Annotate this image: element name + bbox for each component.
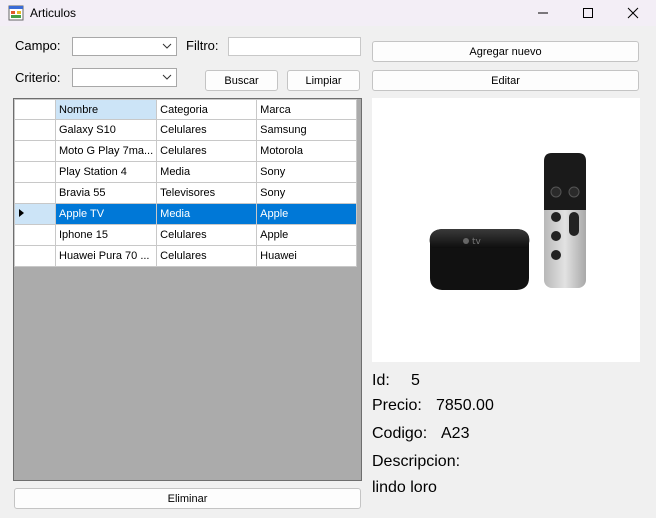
cell-marca[interactable]: Apple xyxy=(256,203,358,225)
table-row[interactable]: Bravia 55 Televisores Sony xyxy=(14,182,358,204)
descripcion-value: lindo loro xyxy=(372,479,437,496)
row-header[interactable] xyxy=(14,140,56,162)
id-value: 5 xyxy=(411,372,420,389)
table-row[interactable]: Apple TV Media Apple xyxy=(14,203,358,225)
row-pointer-icon xyxy=(19,209,24,217)
cell-nombre[interactable]: Play Station 4 xyxy=(54,161,158,183)
close-icon xyxy=(627,7,639,19)
cell-categoria[interactable]: Celulares xyxy=(156,119,258,141)
campo-combo[interactable] xyxy=(72,37,177,56)
id-label: Id: xyxy=(372,372,390,389)
cell-categoria[interactable]: Media xyxy=(156,203,258,225)
cell-marca[interactable]: Samsung xyxy=(256,119,358,141)
cell-categoria[interactable]: Media xyxy=(156,161,258,183)
column-header-nombre[interactable]: Nombre xyxy=(54,99,158,120)
table-row[interactable]: Moto G Play 7ma... Celulares Motorola xyxy=(14,140,358,162)
precio-label: Precio: xyxy=(372,397,422,414)
row-header[interactable] xyxy=(14,161,56,183)
window-title: Articulos xyxy=(30,6,77,20)
cell-nombre[interactable]: Moto G Play 7ma... xyxy=(54,140,158,162)
cell-categoria[interactable]: Celulares xyxy=(156,224,258,246)
cell-categoria[interactable]: Celulares xyxy=(156,245,258,267)
descripcion-label: Descripcion: xyxy=(372,453,461,470)
cell-categoria[interactable]: Celulares xyxy=(156,140,258,162)
table-row[interactable]: Iphone 15 Celulares Apple xyxy=(14,224,358,246)
cell-nombre[interactable]: Huawei Pura 70 ... xyxy=(54,245,158,267)
table-row[interactable]: Huawei Pura 70 ... Celulares Huawei xyxy=(14,245,358,267)
maximize-button[interactable] xyxy=(565,0,611,26)
column-header-marca[interactable]: Marca xyxy=(256,99,358,120)
cell-marca[interactable]: Apple xyxy=(256,224,358,246)
articulos-grid[interactable]: Nombre Categoria Marca Galaxy S10 Celular… xyxy=(13,98,362,481)
column-header-categoria[interactable]: Categoria xyxy=(156,99,258,120)
maximize-icon xyxy=(583,8,593,18)
criterio-label: Criterio: xyxy=(15,70,61,85)
limpiar-button[interactable]: Limpiar xyxy=(287,70,360,91)
filtro-input[interactable] xyxy=(228,37,361,56)
cell-marca[interactable]: Sony xyxy=(256,182,358,204)
cell-marca[interactable]: Sony xyxy=(256,161,358,183)
cell-nombre[interactable]: Galaxy S10 xyxy=(54,119,158,141)
cell-categoria[interactable]: Televisores xyxy=(156,182,258,204)
cell-nombre[interactable]: Bravia 55 xyxy=(54,182,158,204)
minimize-button[interactable] xyxy=(520,0,566,26)
row-header[interactable] xyxy=(14,203,56,225)
precio-value: 7850.00 xyxy=(436,397,494,414)
cell-marca[interactable]: Huawei xyxy=(256,245,358,267)
cell-marca[interactable]: Motorola xyxy=(256,140,358,162)
agregar-button[interactable]: Agregar nuevo xyxy=(372,41,639,62)
row-header[interactable] xyxy=(14,182,56,204)
criterio-combo[interactable] xyxy=(72,68,177,87)
row-header[interactable] xyxy=(14,245,56,267)
product-image: tv xyxy=(372,98,640,362)
row-header[interactable] xyxy=(14,119,56,141)
editar-button[interactable]: Editar xyxy=(372,70,639,91)
row-header-corner xyxy=(14,99,56,120)
svg-text:tv: tv xyxy=(472,237,482,247)
eliminar-button[interactable]: Eliminar xyxy=(14,488,361,509)
articulos-table: Nombre Categoria Marca Galaxy S10 Celular… xyxy=(14,99,358,267)
campo-label: Campo: xyxy=(15,38,61,53)
title-bar: Articulos xyxy=(0,0,656,26)
cell-nombre[interactable]: Apple TV xyxy=(54,203,158,225)
codigo-label: Codigo: xyxy=(372,425,428,442)
app-form-icon xyxy=(8,5,24,21)
table-row[interactable]: Galaxy S10 Celulares Samsung xyxy=(14,119,358,141)
chevron-down-icon xyxy=(162,43,172,49)
table-row[interactable]: Play Station 4 Media Sony xyxy=(14,161,358,183)
close-button[interactable] xyxy=(610,0,656,26)
codigo-value: A23 xyxy=(441,425,470,442)
row-header[interactable] xyxy=(14,224,56,246)
buscar-button[interactable]: Buscar xyxy=(205,70,278,91)
chevron-down-icon xyxy=(162,74,172,80)
filtro-label: Filtro: xyxy=(186,38,219,53)
minimize-icon xyxy=(538,12,548,14)
apple-tv-illustration: tv xyxy=(429,153,586,290)
cell-nombre[interactable]: Iphone 15 xyxy=(54,224,158,246)
